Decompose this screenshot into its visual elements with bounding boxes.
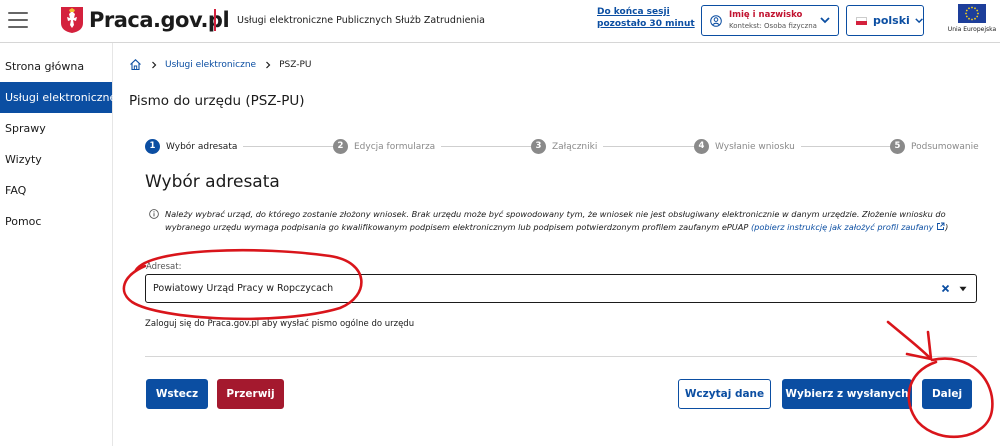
login-hint: Zaloguj się do Praca.gov.pl aby wysłać p… <box>145 319 415 329</box>
step-4: 4 Wysłanie wniosku <box>694 139 801 154</box>
stepper: 1 Wybór adresata 2 Edycja formularza 3 Z… <box>145 139 985 155</box>
step-5: 5 Podsumowanie <box>890 139 985 154</box>
info-link-suffix: ) <box>945 221 949 232</box>
chevron-right-icon <box>152 61 157 68</box>
page-title: Pismo do urzędu (PSZ-PU) <box>129 93 305 109</box>
user-name: Imię i nazwisko <box>729 9 803 20</box>
session-line-2: pozostało 30 minut <box>597 19 695 29</box>
info-icon <box>149 209 159 219</box>
step-label: Edycja formularza <box>354 141 436 152</box>
eu-label: Unia Europejska <box>947 26 997 33</box>
sidebar-item-home[interactable]: Strona główna <box>0 51 112 82</box>
sidebar-item-e-services[interactable]: Usługi elektroniczne <box>0 82 116 113</box>
sidebar-item-visits[interactable]: Wizyty <box>0 144 112 175</box>
profile-instructions-link[interactable]: (pobierz instrukcję jak założyć profil z… <box>751 222 945 232</box>
user-context: Kontekst: Osoba fizyczna <box>729 21 817 30</box>
info-text: Należy wybrać urząd, do którego zostanie… <box>165 208 975 233</box>
choose-from-sent-button[interactable]: Wybierz z wysłanych <box>782 379 912 409</box>
breadcrumb-current: PSZ-PU <box>279 59 312 70</box>
step-connector <box>795 146 890 147</box>
top-header: Praca.gov.pl Usługi elektroniczne Public… <box>0 0 1000 43</box>
addressee-label: Adresat: <box>146 262 182 272</box>
eu-flag-icon <box>958 4 986 23</box>
clear-icon[interactable] <box>940 283 951 294</box>
annotation-arrowhead <box>905 330 933 361</box>
step-number: 4 <box>694 139 709 154</box>
next-button[interactable]: Dalej <box>922 379 972 409</box>
logo-divider <box>214 9 216 31</box>
step-number: 1 <box>145 139 160 154</box>
addressee-value: Powiatowy Urząd Pracy w Ropczycach <box>153 283 334 294</box>
load-data-button[interactable]: Wczytaj dane <box>678 379 771 409</box>
step-label: Załączniki <box>552 141 598 152</box>
external-link-icon <box>937 222 945 230</box>
step-label: Podsumowanie <box>911 141 979 152</box>
step-label: Wybór adresata <box>166 141 238 152</box>
step-2: 2 Edycja formularza <box>333 139 442 154</box>
info-link-text: (pobierz instrukcję jak założyć profil z… <box>750 221 934 232</box>
sidebar: Strona główna Usługi elektroniczne Spraw… <box>0 43 116 446</box>
step-number: 5 <box>890 139 905 154</box>
sidebar-item-help[interactable]: Pomoc <box>0 206 112 237</box>
sidebar-item-cases[interactable]: Sprawy <box>0 113 112 144</box>
breadcrumb: Usługi elektroniczne PSZ-PU <box>129 58 311 71</box>
step-number: 3 <box>531 139 546 154</box>
language-label: polski <box>872 14 910 27</box>
polish-emblem-icon <box>61 7 83 33</box>
home-icon[interactable] <box>129 58 142 71</box>
step-1: 1 Wybór adresata <box>145 139 244 154</box>
step-connector <box>240 146 335 147</box>
chevron-down-icon <box>915 18 923 24</box>
step-number: 2 <box>333 139 348 154</box>
session-timer[interactable]: Do końca sesji pozostało 30 minut <box>597 6 695 30</box>
info-notice: Należy wybrać urząd, do którego zostanie… <box>149 208 975 233</box>
step-label: Wysłanie wniosku <box>715 141 795 152</box>
divider <box>145 356 977 357</box>
abort-button[interactable]: Przerwij <box>217 379 284 409</box>
logo-text: Praca.gov.pl <box>89 8 230 32</box>
eu-logo: Unia Europejska <box>944 4 1000 40</box>
site-logo[interactable]: Praca.gov.pl <box>60 6 230 34</box>
breadcrumb-e-services[interactable]: Usługi elektroniczne <box>165 60 256 70</box>
session-line-1: Do końca sesji <box>597 7 670 17</box>
user-icon <box>710 14 722 27</box>
step-connector <box>600 146 695 147</box>
chevron-right-icon <box>266 61 271 68</box>
menu-icon[interactable] <box>8 12 28 30</box>
service-name: Usługi elektroniczne Publicznych Służb Z… <box>237 15 485 26</box>
caret-down-icon[interactable] <box>959 286 967 292</box>
step-3: 3 Załączniki <box>531 139 604 154</box>
back-button[interactable]: Wstecz <box>146 379 208 409</box>
app-root: Praca.gov.pl Usługi elektroniczne Public… <box>0 0 1000 446</box>
annotation-arrow <box>886 320 932 360</box>
polish-flag-icon <box>856 16 867 25</box>
chevron-down-icon <box>820 17 830 24</box>
sidebar-item-faq[interactable]: FAQ <box>0 175 112 206</box>
step-connector <box>435 146 535 147</box>
language-select[interactable]: polski <box>846 5 924 36</box>
section-title: Wybór adresata <box>145 172 280 192</box>
addressee-select[interactable]: Powiatowy Urząd Pracy w Ropczycach <box>145 274 977 303</box>
user-menu-button[interactable]: Imię i nazwisko Kontekst: Osoba fizyczna <box>701 5 839 36</box>
